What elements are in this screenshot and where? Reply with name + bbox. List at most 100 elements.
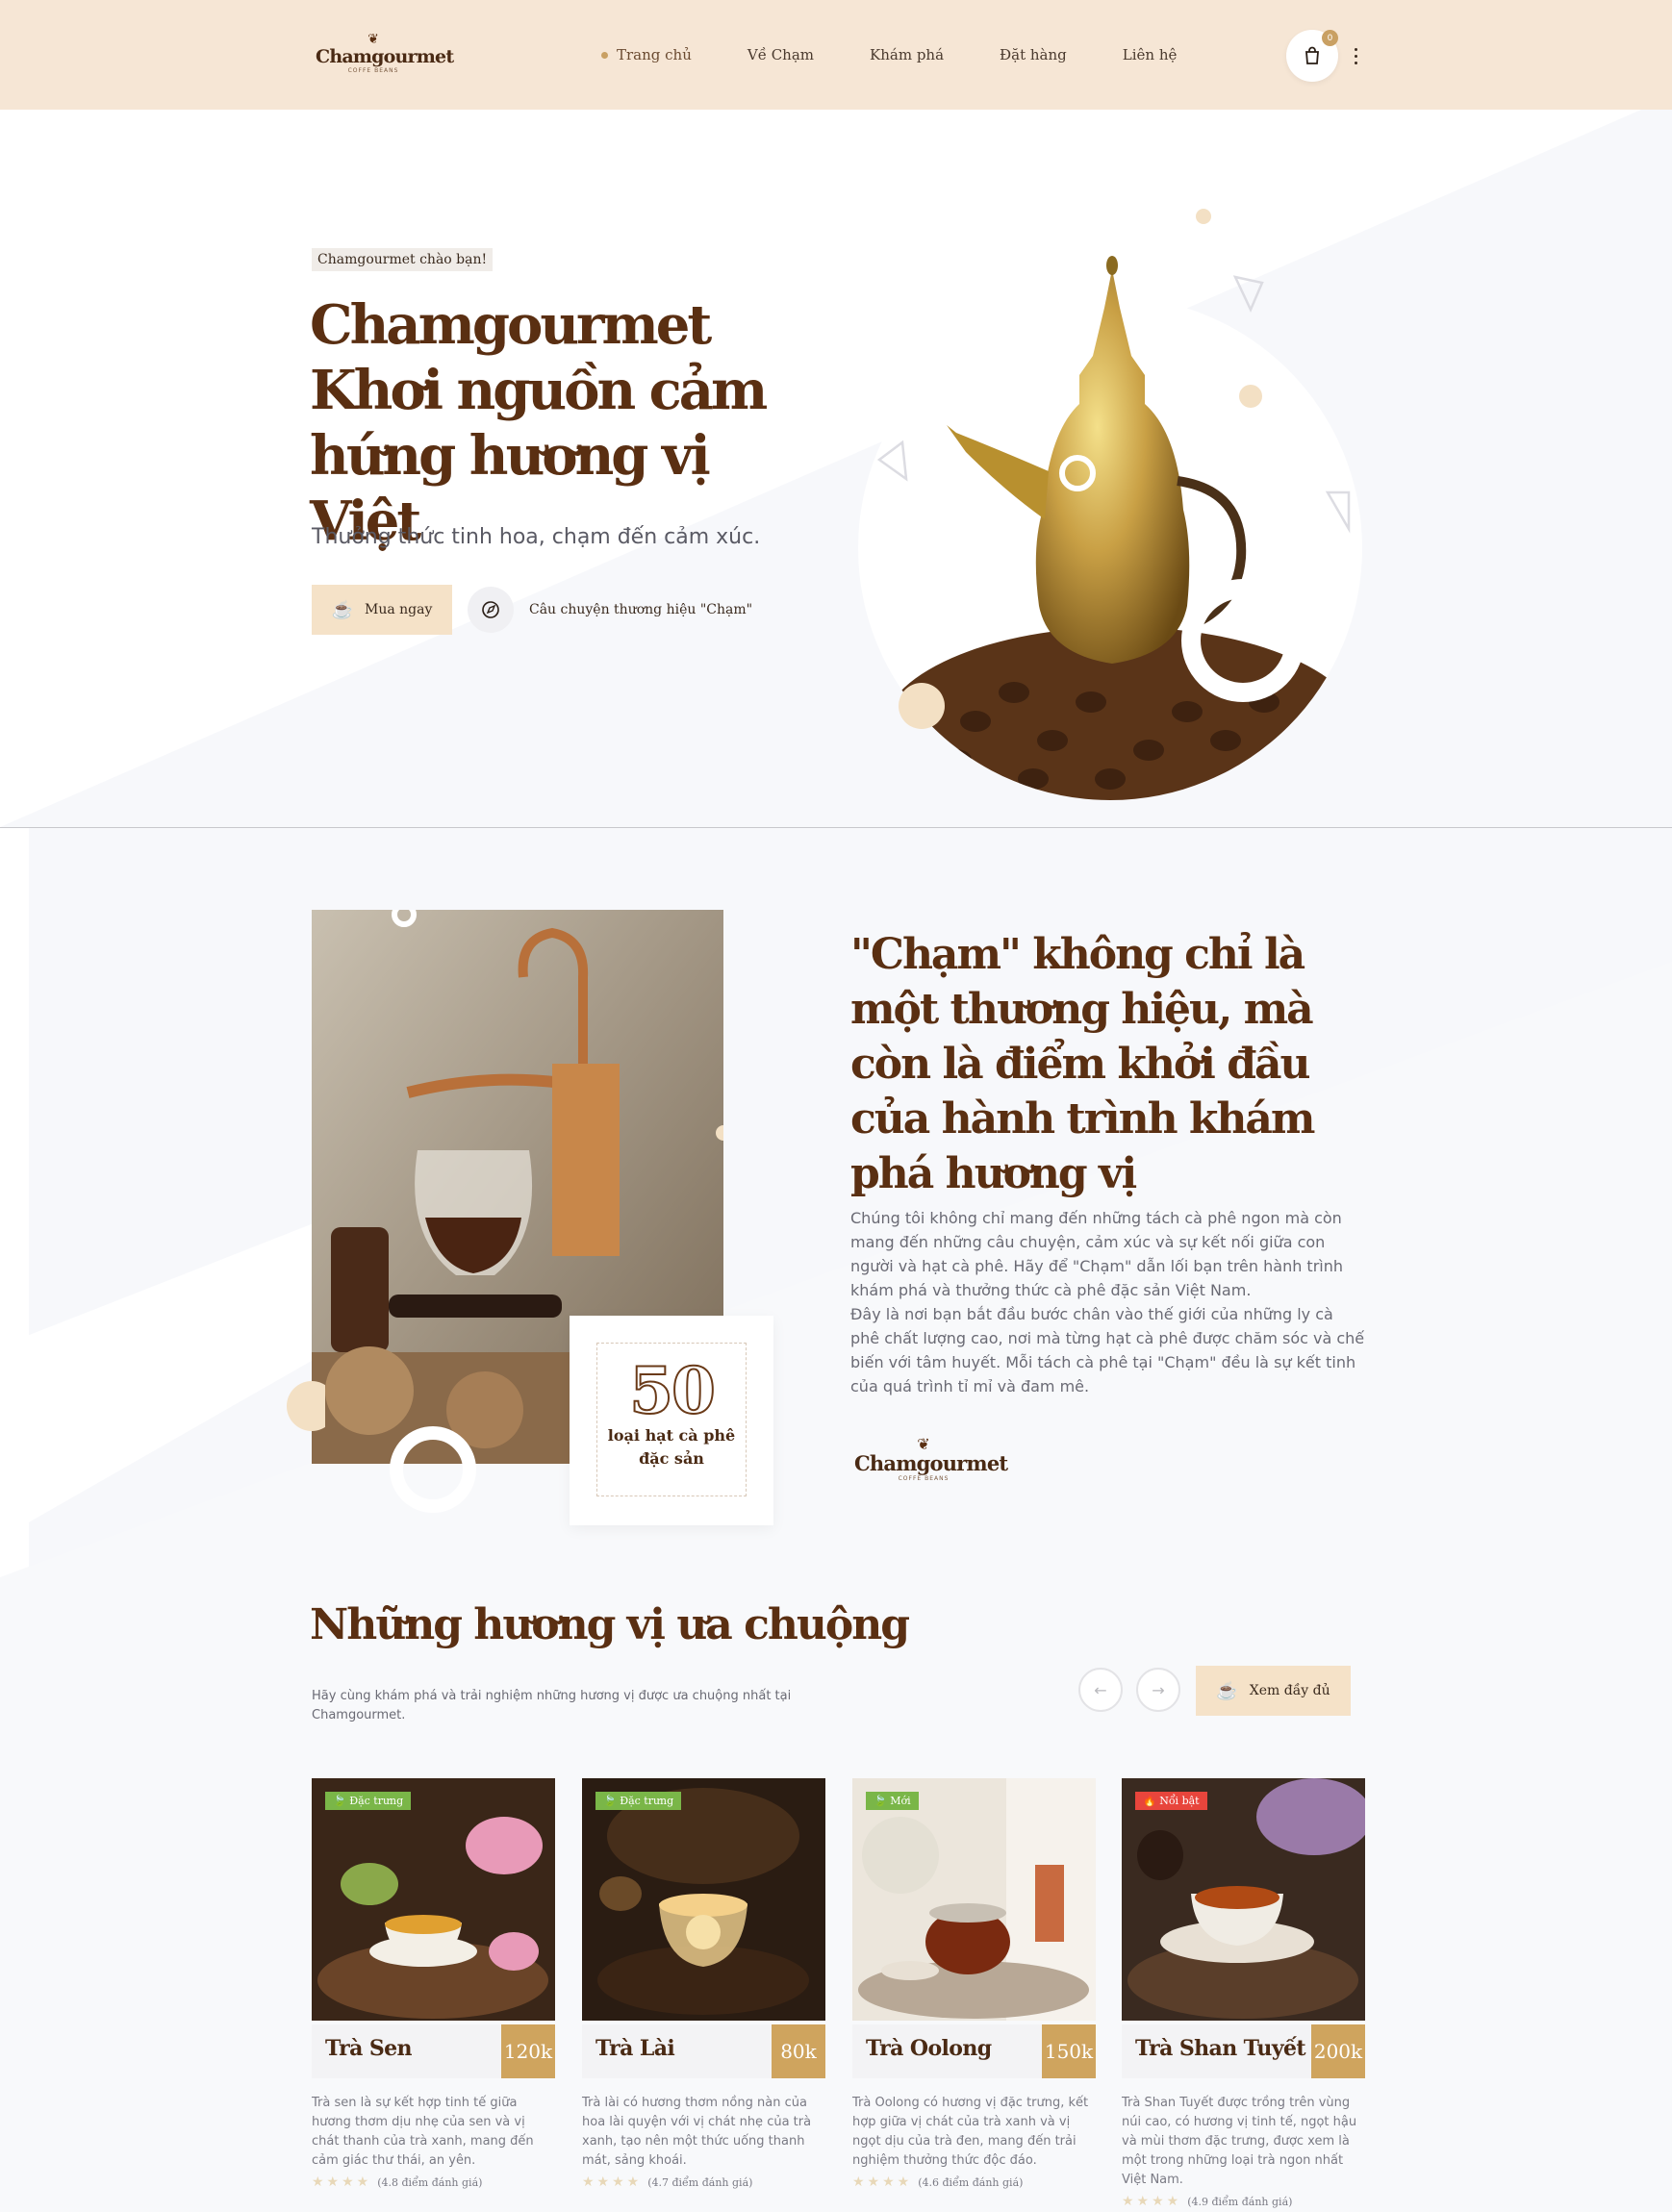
compass-icon: [468, 587, 514, 633]
product-card[interactable]: 🔥 Nổi bật Trà Shan Tuyết 200k Trà Shan T…: [1122, 1778, 1372, 2209]
background-decoration: [0, 96, 1672, 2212]
product-name: Trà Oolong: [866, 2036, 992, 2061]
product-name: Trà Lài: [595, 2036, 675, 2061]
nav-label: Liên hệ: [1122, 46, 1178, 63]
product-price: 120k: [501, 2024, 555, 2078]
view-all-label: Xem đầy đủ: [1249, 1683, 1330, 1698]
rating-text: (4.8 điểm đánh giá): [377, 2175, 483, 2189]
product-card[interactable]: 🍃 Mới Trà Oolong 150k Trà Oolong có hươn…: [852, 1778, 1096, 2190]
more-menu-icon[interactable]: [1347, 38, 1364, 73]
shopping-bag-icon: [1305, 46, 1319, 64]
product-name: Trà Sen: [325, 2036, 413, 2061]
decor-ring: [390, 1426, 476, 1513]
rating-stars-icon: ★★★★: [1122, 2194, 1182, 2209]
about-paragraph: Chúng tôi không chỉ mang đến những tách …: [850, 1209, 1344, 1299]
badge-label: Nổi bật: [1159, 1795, 1200, 1807]
nav-item-contact[interactable]: Liên hệ: [1123, 46, 1178, 63]
hero-coffee-pot-image: [858, 209, 1362, 800]
product-price: 80k: [772, 2024, 825, 2078]
brand-logo[interactable]: ❦ Chamgourmet COFFE BEANS: [316, 32, 454, 79]
product-card[interactable]: 🍃 Đặc trưng Trà Lài 80k Trà lài có hương…: [582, 1778, 825, 2190]
logo-name: Chamgourmet: [316, 46, 454, 67]
active-dot-icon: [601, 51, 608, 59]
arrow-left-icon: ←: [1094, 1680, 1107, 1699]
stat-inner: 50 loại hạt cà phê đặc sản: [596, 1343, 747, 1496]
logo-tagline: COFFE BEANS: [347, 67, 399, 74]
view-all-button[interactable]: ☕ Xem đầy đủ: [1196, 1666, 1351, 1716]
nav-label: Khám phá: [870, 46, 945, 63]
product-description: Trà sen là sự kết hợp tinh tế giữa hương…: [312, 2096, 534, 2168]
hero-greeting: Chamgourmet chào bạn!: [312, 248, 494, 271]
site-header: ❦ Chamgourmet COFFE BEANS Trang chủ Về C…: [0, 0, 1672, 110]
arrow-right-icon: →: [1152, 1680, 1165, 1699]
badge-label: Đặc trưng: [620, 1795, 674, 1807]
nav-label: Về Chạm: [747, 46, 815, 63]
product-rating: ★★★★ (4.9 điểm đánh giá): [1122, 2194, 1365, 2209]
carousel-prev-button[interactable]: ←: [1078, 1668, 1123, 1712]
coffee-cup-icon: ☕: [331, 599, 354, 620]
product-name: Trà Shan Tuyết: [1135, 2036, 1306, 2061]
about-title: "Chạm" không chỉ là một thương hiệu, mà …: [850, 930, 1315, 1198]
product-bar: Trà Lài 80k: [582, 2024, 825, 2078]
nav-item-about[interactable]: Về Chạm: [747, 46, 814, 63]
product-description: Trà lài có hương thơm nồng nàn của hoa l…: [582, 2096, 812, 2168]
hero-title: Chamgourmet Khơi nguồn cảm hứng hương vị…: [310, 292, 810, 554]
product-badge: 🍃 Đặc trưng: [325, 1792, 412, 1810]
hero-subtitle: Thưởng thức tinh hoa, chạm đến cảm xúc.: [312, 525, 761, 549]
main-nav: Trang chủ Về Chạm Khám phá Đặt hàng Liên…: [601, 42, 1232, 67]
product-price: 200k: [1311, 2024, 1365, 2078]
brand-story-link[interactable]: Câu chuyện thương hiệu "Chạm": [468, 587, 752, 633]
nav-label: Đặt hàng: [1000, 46, 1067, 63]
product-rating: ★★★★ (4.6 điểm đánh giá): [852, 2174, 1096, 2190]
stat-number: 50: [628, 1353, 717, 1428]
product-image-lotus-tea: [312, 1778, 555, 2021]
cart-count-badge: 0: [1322, 30, 1338, 46]
stat-card: 50 loại hạt cà phê đặc sản: [570, 1316, 773, 1525]
nav-item-order[interactable]: Đặt hàng: [1000, 46, 1067, 63]
buy-now-button[interactable]: ☕ Mua ngay: [312, 585, 452, 635]
product-bar: Trà Shan Tuyết 200k: [1122, 2024, 1365, 2078]
section-divider: [0, 827, 1672, 828]
hero-title-line: Chamgourmet: [310, 293, 712, 357]
hero-title-line: Khơi nguồn cảm: [310, 359, 768, 422]
buy-now-label: Mua ngay: [365, 602, 433, 617]
product-rating: ★★★★ (4.7 điểm đánh giá): [582, 2174, 825, 2190]
rating-stars-icon: ★★★★: [312, 2174, 372, 2190]
product-card[interactable]: 🍃 Đặc trưng Trà Sen 120k Trà sen là sự k…: [312, 1778, 555, 2190]
product-bar: Trà Oolong 150k: [852, 2024, 1096, 2078]
brand-story-label: Câu chuyện thương hiệu "Chạm": [529, 602, 753, 617]
nav-item-explore[interactable]: Khám phá: [870, 46, 944, 63]
rating-text: (4.6 điểm đánh giá): [918, 2175, 1024, 2189]
product-image-oolong-tea: [852, 1778, 1096, 2021]
badge-label: Đặc trưng: [349, 1795, 404, 1807]
badge-label: Mới: [890, 1795, 911, 1807]
product-description: Trà Oolong có hương vị đặc trưng, kết hợ…: [852, 2096, 1089, 2168]
product-badge: 🍃 Mới: [866, 1792, 919, 1810]
logo-tagline: COFFE BEANS: [898, 1475, 950, 1482]
rating-text: (4.7 điểm đánh giá): [647, 2175, 753, 2189]
coffee-plant-icon: ❦: [367, 32, 379, 47]
stat-label: loại hạt cà phê đặc sản: [607, 1426, 736, 1468]
rating-stars-icon: ★★★★: [582, 2174, 643, 2190]
product-image-shan-tuyet-tea: [1122, 1778, 1372, 2021]
about-brand-logo: ❦ Chamgourmet COFFE BEANS: [854, 1435, 1008, 1483]
rating-text: (4.9 điểm đánh giá): [1187, 2195, 1293, 2208]
product-description: Trà Shan Tuyết được trồng trên vùng núi …: [1122, 2096, 1357, 2187]
logo-name: Chamgourmet: [854, 1451, 1008, 1475]
products-subtitle: Hãy cùng khám phá và trải nghiệm những h…: [312, 1689, 792, 1722]
product-badge: 🔥 Nổi bật: [1135, 1792, 1207, 1810]
carousel-next-button[interactable]: →: [1136, 1668, 1180, 1712]
rating-stars-icon: ★★★★: [852, 2174, 913, 2190]
about-text: Chúng tôi không chỉ mang đến những tách …: [850, 1206, 1366, 1398]
product-image-jasmine-tea: [582, 1778, 825, 2021]
products-title: Những hương vị ưa chuộng: [310, 1600, 910, 1649]
product-bar: Trà Sen 120k: [312, 2024, 555, 2078]
about-paragraph: Đây là nơi bạn bắt đầu bước chân vào thế…: [850, 1305, 1365, 1395]
product-badge: 🍃 Đặc trưng: [595, 1792, 682, 1810]
coffee-plant-icon: ❦: [917, 1435, 930, 1453]
product-rating: ★★★★ (4.8 điểm đánh giá): [312, 2174, 555, 2190]
nav-label: Trang chủ: [617, 46, 692, 63]
decor-dot: [287, 1381, 325, 1431]
coffee-cup-icon: ☕: [1216, 1680, 1238, 1701]
nav-item-home[interactable]: Trang chủ: [601, 46, 692, 63]
